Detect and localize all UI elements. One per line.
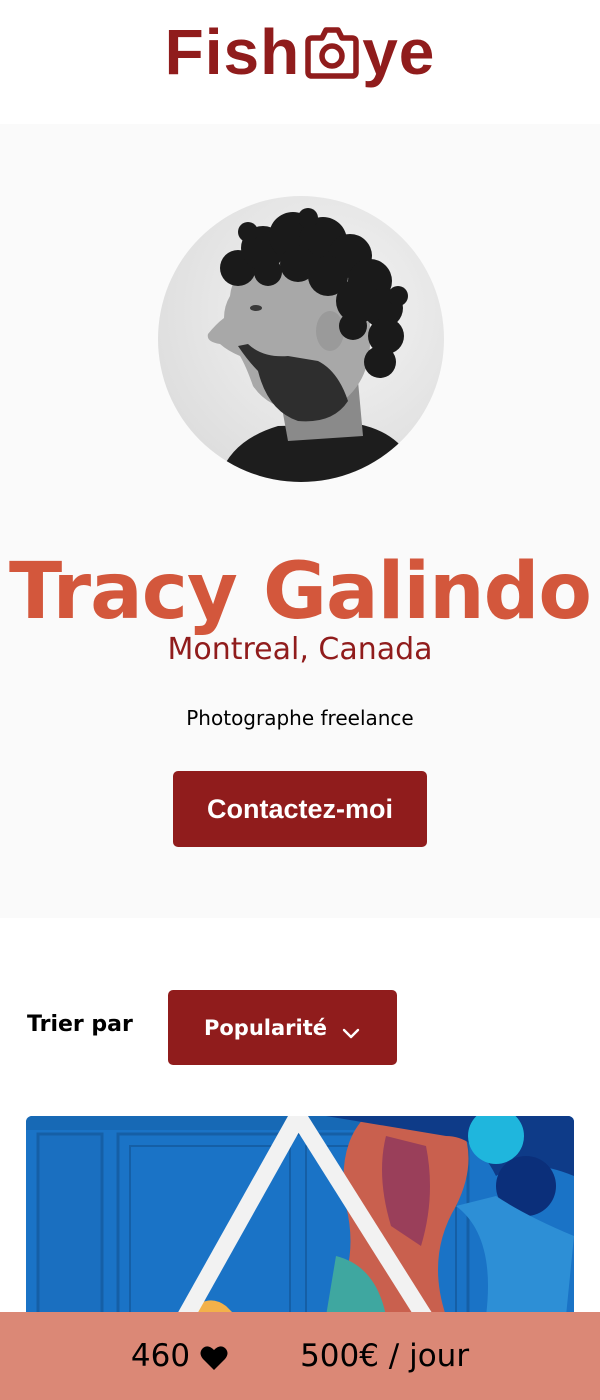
sort-label: Trier par xyxy=(27,1012,133,1037)
logo-text-right: ye xyxy=(362,16,436,88)
total-likes: 460 xyxy=(131,1338,228,1374)
sort-dropdown[interactable]: Popularité xyxy=(168,990,397,1065)
daily-price: 500€ / jour xyxy=(300,1338,470,1374)
profile-header: Tracy Galindo Montreal, Canada Photograp… xyxy=(0,124,600,918)
heart-icon xyxy=(200,1343,228,1370)
fisheye-logo[interactable]: Fish ye xyxy=(0,14,600,90)
photographer-location: Montreal, Canada xyxy=(167,632,433,667)
profile-avatar xyxy=(158,196,444,482)
sort-selected-value: Popularité xyxy=(203,1015,327,1040)
camera-icon xyxy=(302,20,360,79)
site-header: Fish ye xyxy=(0,0,600,124)
media-thumbnail[interactable] xyxy=(26,1116,574,1316)
chevron-down-icon xyxy=(341,1021,361,1038)
likes-count: 460 xyxy=(130,1338,191,1374)
contact-button[interactable]: Contactez-moi xyxy=(173,771,427,847)
stats-bar: 460 500€ / jour xyxy=(0,1312,600,1400)
photographer-name: Tracy Galindo xyxy=(8,547,592,638)
logo-text-left: Fish xyxy=(164,16,301,88)
photographer-tagline: Photographe freelance xyxy=(186,706,414,730)
